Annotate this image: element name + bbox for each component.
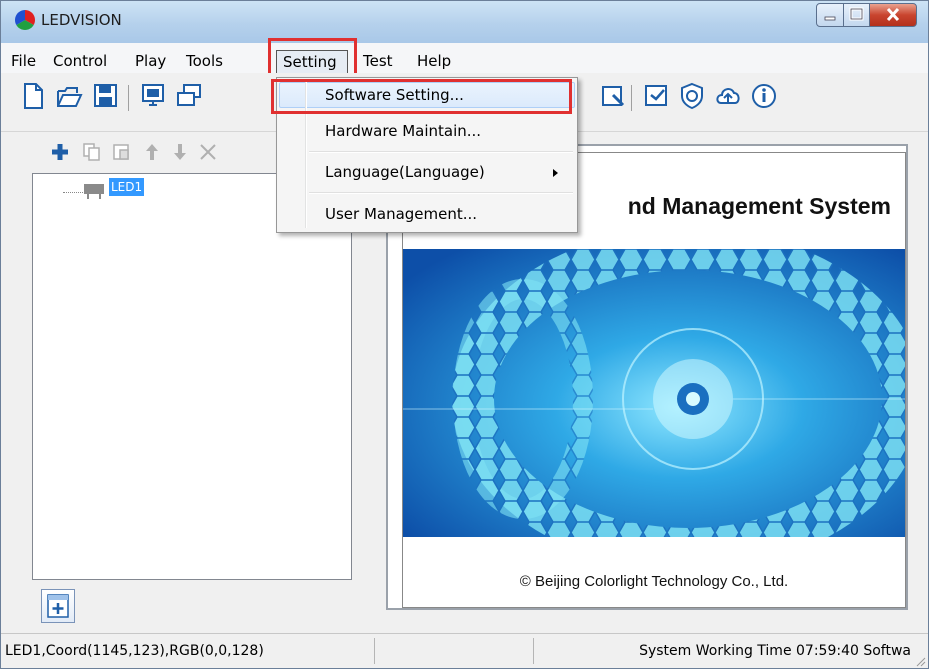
app-logo-icon xyxy=(15,10,35,30)
copyright-text: © Beijing Colorlight Technology Co., Ltd… xyxy=(519,573,789,590)
menu-control[interactable]: Control xyxy=(53,52,107,70)
status-working-time: System Working Time 07:59:40 Softwa xyxy=(639,643,911,659)
info-icon[interactable] xyxy=(750,81,778,111)
save-icon[interactable] xyxy=(91,81,119,111)
menu-test[interactable]: Test xyxy=(363,52,393,70)
menu-play[interactable]: Play xyxy=(135,52,166,70)
maximize-icon xyxy=(849,7,864,21)
status-divider xyxy=(374,638,375,664)
resize-grip-icon[interactable] xyxy=(914,655,926,667)
splash-footer-area xyxy=(403,537,905,607)
window-title: LEDVISION xyxy=(41,11,122,29)
add-screen-icon xyxy=(47,594,69,618)
delete-icon[interactable] xyxy=(197,141,219,163)
cloud-upload-icon[interactable] xyxy=(714,81,742,111)
menu-item-hardware-maintain[interactable]: Hardware Maintain... xyxy=(325,122,481,140)
close-icon xyxy=(886,7,900,22)
open-folder-icon[interactable] xyxy=(55,81,83,111)
monitor-icon[interactable] xyxy=(139,81,167,111)
minimize-button[interactable] xyxy=(816,3,844,27)
add-icon[interactable] xyxy=(49,141,71,163)
menu-item-user-management[interactable]: User Management... xyxy=(325,205,477,223)
splash-title: nd Management System xyxy=(627,193,891,219)
setting-menu-annotation xyxy=(268,38,357,76)
paste-icon[interactable] xyxy=(111,141,133,163)
display-settings-icon[interactable] xyxy=(642,81,670,111)
move-up-icon[interactable] xyxy=(141,141,163,163)
status-coord-text: LED1,Coord(1145,123),RGB(0,0,128) xyxy=(5,643,264,659)
maximize-button[interactable] xyxy=(843,3,870,27)
menu-file[interactable]: File xyxy=(11,52,36,70)
menu-tools[interactable]: Tools xyxy=(186,52,223,70)
splash-hexagon-artwork xyxy=(403,249,905,537)
software-setting-annotation xyxy=(271,79,572,114)
app-window: LEDVISION File Control Play Tools Test H… xyxy=(0,0,929,669)
new-file-icon[interactable] xyxy=(19,81,47,111)
copy-icon[interactable] xyxy=(81,141,103,163)
status-bar: LED1,Coord(1145,123),RGB(0,0,128) System… xyxy=(1,633,928,668)
led-screen-icon xyxy=(84,184,104,199)
submenu-arrow-icon xyxy=(553,169,558,177)
menu-bar: File Control Play Tools Test Help xyxy=(1,43,928,73)
shield-icon[interactable] xyxy=(678,81,706,111)
menu-help[interactable]: Help xyxy=(417,52,451,70)
screen-config-icon[interactable] xyxy=(599,81,627,111)
tree-item-led1[interactable]: LED1 xyxy=(109,178,145,196)
minimize-icon xyxy=(824,16,836,21)
screen-tree[interactable]: LED1 xyxy=(32,173,352,580)
menu-separator xyxy=(309,151,573,153)
menu-separator xyxy=(309,192,573,194)
status-divider xyxy=(533,638,534,664)
menu-item-language[interactable]: Language(Language) xyxy=(325,163,485,181)
move-down-icon[interactable] xyxy=(169,141,191,163)
add-screen-button[interactable] xyxy=(41,589,75,623)
window-icon[interactable] xyxy=(175,81,203,111)
close-button[interactable] xyxy=(869,3,917,27)
title-bar[interactable]: LEDVISION xyxy=(1,1,928,43)
